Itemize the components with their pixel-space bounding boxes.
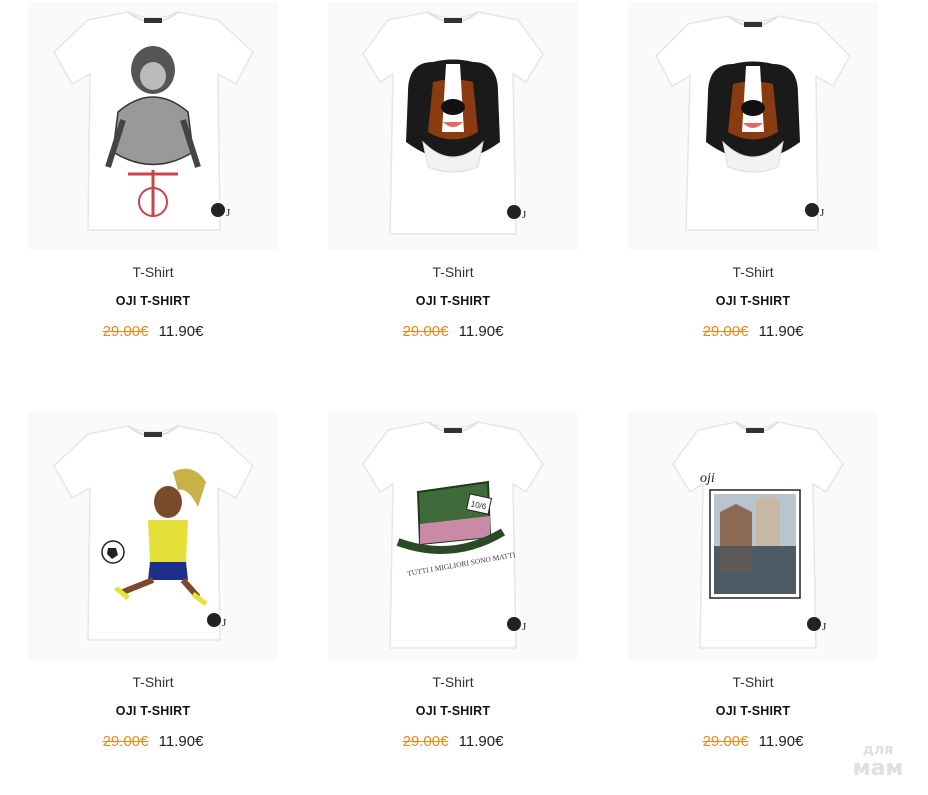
price-block: 29.00€ 11.90€ (628, 323, 878, 340)
sale-price: 11.90€ (158, 733, 204, 750)
sale-price: 11.90€ (458, 733, 504, 750)
sale-price: 11.90€ (158, 323, 204, 340)
sale-price: 11.90€ (758, 733, 804, 750)
svg-text:J: J (820, 207, 825, 219)
old-price: 29.00€ (102, 733, 149, 750)
product-grid: J T-Shirt OJI T-SHIRT 29.00€ 11.90€ J T-… (0, 0, 928, 795)
price-block: 29.00€ 11.90€ (28, 323, 278, 340)
sale-price: 11.90€ (458, 323, 504, 340)
sale-price: 11.90€ (758, 323, 804, 340)
svg-text:J: J (822, 621, 827, 633)
product-image-chimp[interactable]: J (28, 2, 278, 250)
product-title[interactable]: OJI T-SHIRT (628, 704, 878, 718)
product-title[interactable]: OJI T-SHIRT (328, 704, 578, 718)
watermark-line2: мам (852, 756, 904, 781)
svg-text:J: J (226, 207, 231, 219)
old-price: 29.00€ (102, 323, 149, 340)
old-price: 29.00€ (402, 323, 449, 340)
product-image-florence[interactable]: oji J (628, 412, 878, 660)
product-image-dog[interactable]: J (328, 2, 578, 250)
price-block: 29.00€ 11.90€ (328, 733, 578, 750)
product-card[interactable]: 10/6 TUTTI I MIGLIORI SONO MATTI J T-Shi… (328, 412, 578, 772)
product-image-dog[interactable]: J (628, 2, 878, 250)
old-price: 29.00€ (702, 323, 749, 340)
product-image-hat[interactable]: 10/6 TUTTI I MIGLIORI SONO MATTI J (328, 412, 578, 660)
product-title[interactable]: OJI T-SHIRT (28, 294, 278, 308)
product-card[interactable]: J T-Shirt OJI T-SHIRT 29.00€ 11.90€ (28, 412, 278, 772)
svg-text:J: J (222, 617, 227, 629)
product-category: T-Shirt (432, 674, 474, 690)
product-category: T-Shirt (132, 264, 174, 280)
product-card[interactable]: J T-Shirt OJI T-SHIRT 29.00€ 11.90€ (628, 2, 878, 362)
product-card[interactable]: J T-Shirt OJI T-SHIRT 29.00€ 11.90€ (28, 2, 278, 362)
product-category: T-Shirt (732, 264, 774, 280)
old-price: 29.00€ (702, 733, 749, 750)
watermark-line1: для (862, 742, 894, 758)
price-block: 29.00€ 11.90€ (628, 733, 878, 750)
print-signature: oji (700, 471, 715, 486)
svg-text:J: J (522, 621, 527, 633)
old-price: 29.00€ (402, 733, 449, 750)
price-block: 29.00€ 11.90€ (28, 733, 278, 750)
watermark-logo: для мам (842, 743, 914, 785)
product-title[interactable]: OJI T-SHIRT (28, 704, 278, 718)
product-title[interactable]: OJI T-SHIRT (628, 294, 878, 308)
price-block: 29.00€ 11.90€ (328, 323, 578, 340)
product-category: T-Shirt (432, 264, 474, 280)
product-title[interactable]: OJI T-SHIRT (328, 294, 578, 308)
product-image-soccer[interactable]: J (28, 412, 278, 660)
svg-text:J: J (522, 209, 527, 221)
product-category: T-Shirt (132, 674, 174, 690)
product-card[interactable]: J T-Shirt OJI T-SHIRT 29.00€ 11.90€ (328, 2, 578, 362)
product-card[interactable]: oji J T-Shirt OJI T-SHIRT 29.00€ 11.90€ (628, 412, 878, 772)
product-category: T-Shirt (732, 674, 774, 690)
